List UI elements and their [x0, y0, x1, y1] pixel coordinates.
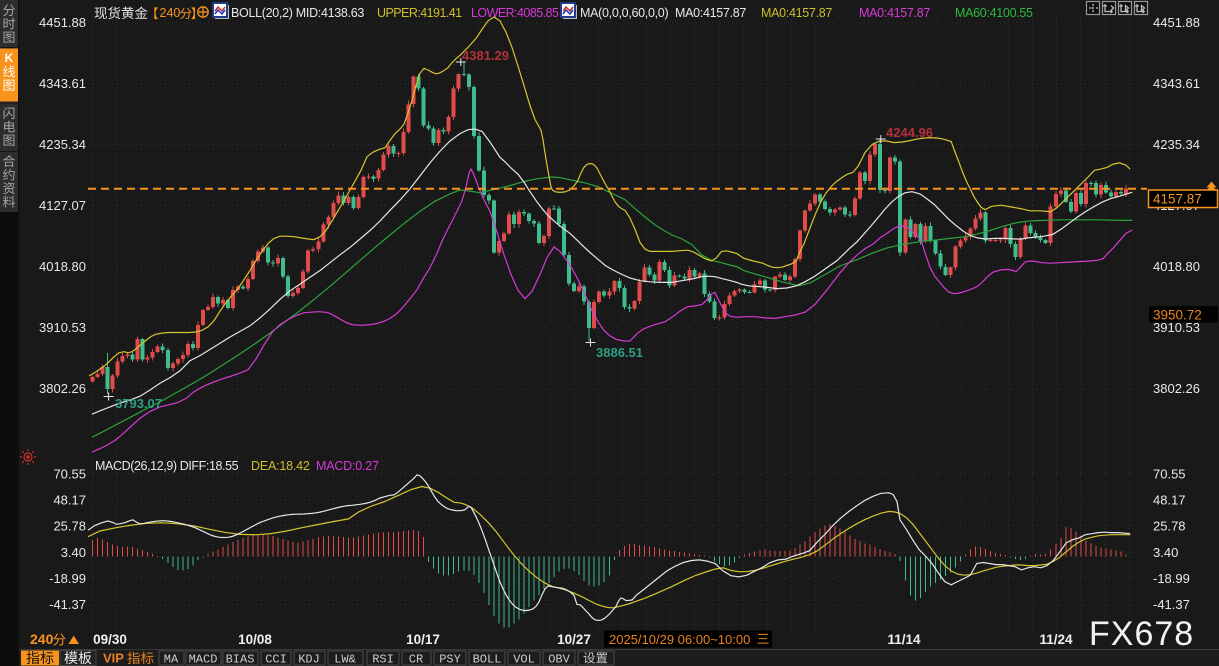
svg-text:CCI: CCI: [265, 653, 287, 666]
svg-text:3950.72: 3950.72: [1153, 308, 1202, 323]
svg-text:BOLL(20,2) MID:4138.63: BOLL(20,2) MID:4138.63: [231, 6, 364, 20]
svg-text:4451.88: 4451.88: [1153, 15, 1200, 30]
svg-text:48.17: 48.17: [53, 493, 86, 508]
svg-text:25.78: 25.78: [53, 519, 86, 534]
svg-text:2025/10/29 06:00~10:00: 2025/10/29 06:00~10:00: [609, 632, 750, 647]
svg-text:4381.29: 4381.29: [462, 48, 509, 63]
svg-text:10/08: 10/08: [238, 632, 272, 647]
svg-text:11/24: 11/24: [1039, 632, 1073, 647]
svg-text:BOLL: BOLL: [473, 653, 502, 666]
svg-text:10/27: 10/27: [557, 632, 591, 647]
svg-text:240: 240: [160, 6, 181, 20]
svg-text:-18.99: -18.99: [1153, 571, 1190, 586]
svg-text:RSI: RSI: [372, 653, 394, 666]
svg-text:3802.26: 3802.26: [39, 381, 86, 396]
svg-text:K: K: [5, 51, 14, 65]
svg-text:4343.61: 4343.61: [39, 76, 86, 91]
svg-text:4018.80: 4018.80: [1153, 259, 1200, 274]
svg-text:70.55: 70.55: [53, 467, 86, 482]
svg-text:4235.34: 4235.34: [1153, 137, 1200, 152]
svg-text:MACD:0.27: MACD:0.27: [316, 459, 379, 473]
svg-text:OBV: OBV: [548, 653, 570, 666]
svg-text:MA(0,0,0,60,0,0): MA(0,0,0,60,0,0): [580, 6, 668, 20]
svg-text:BIAS: BIAS: [226, 653, 255, 666]
svg-text:LOWER:4085.85: LOWER:4085.85: [471, 6, 559, 20]
svg-text:10/17: 10/17: [406, 632, 440, 647]
svg-text:09/30: 09/30: [93, 632, 127, 647]
svg-text:4343.61: 4343.61: [1153, 76, 1200, 91]
svg-text:4244.96: 4244.96: [886, 125, 933, 140]
svg-text:4235.34: 4235.34: [39, 137, 86, 152]
svg-text:48.17: 48.17: [1153, 493, 1186, 508]
svg-text:240: 240: [30, 631, 54, 647]
svg-text:-41.37: -41.37: [1153, 597, 1190, 612]
svg-text:MACD: MACD: [189, 653, 218, 666]
svg-text:DEA:18.42: DEA:18.42: [251, 459, 310, 473]
svg-text:3910.53: 3910.53: [39, 320, 86, 335]
svg-text:4127.07: 4127.07: [39, 198, 86, 213]
svg-text:MA0:4157.87: MA0:4157.87: [859, 6, 930, 20]
svg-text:MACD(26,12,9) DIFF:18.55: MACD(26,12,9) DIFF:18.55: [95, 459, 239, 473]
svg-text:CR: CR: [409, 653, 423, 666]
svg-text:LW&: LW&: [334, 653, 356, 666]
svg-text:MA60:4100.55: MA60:4100.55: [955, 6, 1033, 20]
svg-text:VIP: VIP: [103, 651, 124, 666]
svg-text:PSY: PSY: [439, 653, 461, 666]
svg-text:3.40: 3.40: [1153, 545, 1178, 560]
svg-text:4157.87: 4157.87: [1153, 192, 1202, 207]
svg-text:-18.99: -18.99: [49, 571, 86, 586]
svg-text:3886.51: 3886.51: [596, 345, 643, 360]
svg-text:-41.37: -41.37: [49, 597, 86, 612]
svg-text:3793.07: 3793.07: [115, 396, 162, 411]
svg-text:3.40: 3.40: [61, 545, 86, 560]
svg-text:11/14: 11/14: [887, 632, 921, 647]
svg-text:3802.26: 3802.26: [1153, 381, 1200, 396]
svg-text:MA0:4157.87: MA0:4157.87: [675, 6, 746, 20]
svg-text:FX678: FX678: [1089, 615, 1194, 653]
svg-text:25.78: 25.78: [1153, 519, 1186, 534]
svg-text:VOL: VOL: [513, 653, 535, 666]
svg-text:MA: MA: [164, 653, 179, 666]
svg-text:UPPER:4191.41: UPPER:4191.41: [377, 6, 462, 20]
svg-text:4451.88: 4451.88: [39, 15, 86, 30]
svg-text:4018.80: 4018.80: [39, 259, 86, 274]
svg-text:KDJ: KDJ: [298, 653, 320, 666]
svg-text:MA0:4157.87: MA0:4157.87: [761, 6, 832, 20]
svg-text:70.55: 70.55: [1153, 467, 1186, 482]
